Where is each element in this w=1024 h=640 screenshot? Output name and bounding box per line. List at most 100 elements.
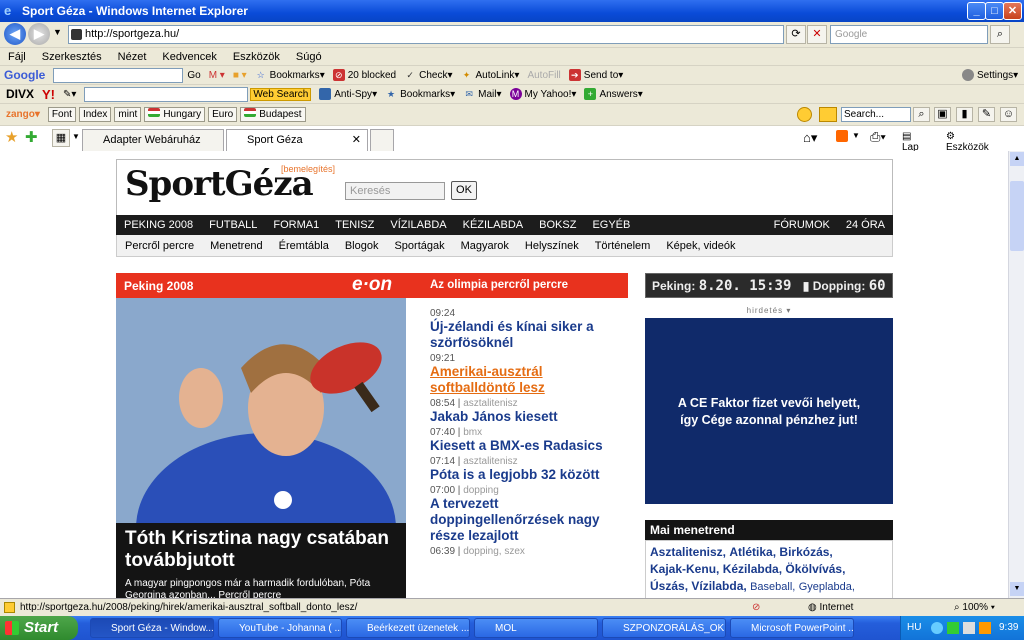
nav-futball[interactable]: FUTBALL	[201, 219, 265, 231]
ce-faktor-ad[interactable]: A CE Faktor fizet vevői helyett, így Cég…	[645, 318, 893, 504]
hungary-button[interactable]: Hungary	[144, 107, 206, 122]
budapest-button[interactable]: Budapest	[240, 107, 306, 122]
maximize-button[interactable]: □	[985, 2, 1004, 20]
close-window-button[interactable]: ✕	[1003, 2, 1022, 20]
send-to-button[interactable]: ➔ Send to ▾	[568, 69, 623, 81]
menu-edit[interactable]: Szerkesztés	[34, 51, 110, 63]
scroll-up-icon[interactable]: ▲	[1010, 152, 1024, 166]
news-headline[interactable]: Jakab János kiesett	[430, 409, 628, 425]
tab-sport-geza[interactable]: Sport Géza ✕	[226, 129, 368, 152]
schedule-link[interactable]: Kézilabda,	[723, 562, 782, 576]
search-go-icon[interactable]: ⌕	[990, 25, 1010, 44]
yahoo-search-input[interactable]	[84, 86, 249, 102]
zango-highlight-icon[interactable]: ▮	[956, 107, 973, 122]
task-powerpoint[interactable]: Microsoft PowerPoint ...	[730, 618, 854, 638]
zango-search-input[interactable]: Search...	[841, 107, 911, 122]
task-szponzoralas-folder[interactable]: SZPONZORÁLÁS_OK	[602, 618, 726, 638]
yahoo-logo[interactable]: Y!	[42, 87, 55, 102]
google-apps-icon[interactable]: ■ ▾	[233, 70, 247, 81]
zoom-level[interactable]: ⌕ 100% ▾	[954, 599, 995, 616]
popup-blocked-button[interactable]: ⊘ 20 blocked	[332, 69, 396, 81]
schedule-link[interactable]: Baseball,	[750, 581, 795, 593]
lead-photo[interactable]	[116, 298, 406, 523]
smiley-icon[interactable]	[797, 107, 812, 122]
scroll-down-icon[interactable]: ▼	[1010, 582, 1024, 596]
web-search-button[interactable]: Web Search	[250, 87, 312, 101]
nav-kezilabda[interactable]: KÉZILABDA	[455, 219, 532, 231]
schedule-link[interactable]: Ökölvívás,	[785, 562, 845, 576]
answers-button[interactable]: + Answers ▾	[584, 88, 643, 100]
task-inbox[interactable]: Beérkezett üzenetek ...	[346, 618, 470, 638]
subnav-menetrend[interactable]: Menetrend	[202, 240, 271, 252]
zango-logo[interactable]: zango ▾	[6, 109, 40, 120]
subnav-kepek-videok[interactable]: Képek, videók	[658, 240, 743, 252]
news-headline-hovered[interactable]: Amerikai-ausztrál softballdöntő lesz	[430, 364, 628, 396]
nav-tenisz[interactable]: TENISZ	[327, 219, 382, 231]
home-icon[interactable]: ⌂▾	[803, 130, 817, 146]
menu-view[interactable]: Nézet	[110, 51, 155, 63]
google-settings-button[interactable]: Settings ▾	[962, 69, 1018, 81]
close-tab-icon[interactable]: ✕	[352, 130, 361, 150]
back-button[interactable]: ◀	[4, 23, 26, 45]
subnav-percrol-percre[interactable]: Percről percre	[117, 240, 202, 252]
site-search-input[interactable]: Keresés	[345, 182, 445, 200]
schedule-link[interactable]: Asztalitenisz,	[650, 545, 726, 559]
nav-egyeb[interactable]: EGYÉB	[584, 219, 638, 231]
schedule-link[interactable]: Atlétika,	[729, 545, 776, 559]
menu-file[interactable]: Fájl	[0, 51, 34, 63]
tray-icon-1[interactable]	[931, 622, 943, 634]
zango-tool-icon[interactable]: ▣	[934, 107, 951, 122]
minimize-button[interactable]: _	[967, 2, 986, 20]
autolink-button[interactable]: ✦ AutoLink ▾	[460, 69, 520, 81]
my-yahoo-button[interactable]: M My Yahoo! ▾	[509, 88, 576, 100]
new-tab-button[interactable]	[370, 129, 394, 151]
news-headline[interactable]: A tervezett doppingellenőrzések nagy rés…	[430, 496, 628, 544]
google-search-input[interactable]	[53, 67, 184, 83]
lead-headline[interactable]: Tóth Krisztina nagy csatában továbbjutot…	[125, 528, 400, 572]
schedule-link[interactable]: Kajak-Kenu,	[650, 562, 719, 576]
schedule-link[interactable]: Birkózás,	[779, 545, 832, 559]
task-youtube[interactable]: YouTube - Johanna ( ...	[218, 618, 342, 638]
yahoo-pencil-icon[interactable]: ✎▾	[63, 89, 76, 100]
search-input[interactable]: Google	[830, 25, 988, 44]
olympics-banner[interactable]: Peking 2008 e·on Az olimpia percről perc…	[116, 273, 628, 298]
emoticons-icon[interactable]	[819, 107, 837, 122]
forward-button[interactable]: ▶	[28, 23, 50, 45]
task-sport-geza[interactable]: Sport Géza - Window...	[90, 618, 214, 638]
tab-list-dropdown-icon[interactable]: ▼	[72, 132, 80, 141]
print-icon[interactable]: ⎙▾	[870, 129, 886, 145]
news-headline[interactable]: Új-zélandi és kínai siker a szörfösöknél	[430, 319, 628, 351]
gmail-icon[interactable]: M ▾	[209, 70, 225, 81]
nav-peking[interactable]: PEKING 2008	[116, 219, 201, 231]
favorites-star-icon[interactable]: ★	[5, 128, 18, 146]
subnav-sportagak[interactable]: Sportágak	[386, 240, 452, 252]
rss-feed-icon[interactable]	[836, 130, 848, 142]
lead-caption[interactable]: Tóth Krisztina nagy csatában továbbjutot…	[116, 523, 406, 598]
scroll-thumb[interactable]	[1010, 181, 1024, 251]
site-search-ok-button[interactable]: OK	[451, 181, 477, 200]
rss-dropdown-icon[interactable]: ▼	[852, 131, 860, 140]
quick-tabs-icon[interactable]: ▦	[52, 129, 70, 147]
subnav-eremtabla[interactable]: Éremtábla	[271, 240, 337, 252]
menu-help[interactable]: Súgó	[288, 51, 330, 63]
google-go-button[interactable]: Go	[187, 70, 200, 81]
tray-icon-2[interactable]	[947, 622, 959, 634]
index-button[interactable]: Index	[78, 107, 112, 122]
nav-24-ora[interactable]: 24 ÓRA	[838, 219, 893, 231]
yahoo-bookmarks-button[interactable]: ★ Bookmarks ▾	[385, 88, 455, 100]
tray-icon-3[interactable]	[979, 622, 991, 634]
subnav-helyszinek[interactable]: Helyszínek	[517, 240, 587, 252]
schedule-link[interactable]: Vízilabda,	[691, 579, 746, 593]
schedule-link[interactable]: Gyeplabda,	[799, 581, 855, 593]
volume-icon[interactable]	[963, 622, 975, 634]
subnav-tortenelem[interactable]: Történelem	[587, 240, 659, 252]
nav-vizilabda[interactable]: VÍZILABDA	[382, 219, 454, 231]
spell-check-button[interactable]: ✓ Check ▾	[404, 69, 452, 81]
anti-spy-button[interactable]: Anti-Spy ▾	[319, 88, 377, 100]
nav-boksz[interactable]: BOKSZ	[531, 219, 584, 231]
schedule-link[interactable]: Úszás,	[650, 579, 688, 593]
history-dropdown-icon[interactable]: ▼	[53, 27, 62, 37]
language-indicator[interactable]: HU	[907, 616, 921, 640]
add-favorites-icon[interactable]: ✚	[25, 128, 38, 146]
refresh-icon[interactable]: ⟳	[786, 25, 806, 44]
